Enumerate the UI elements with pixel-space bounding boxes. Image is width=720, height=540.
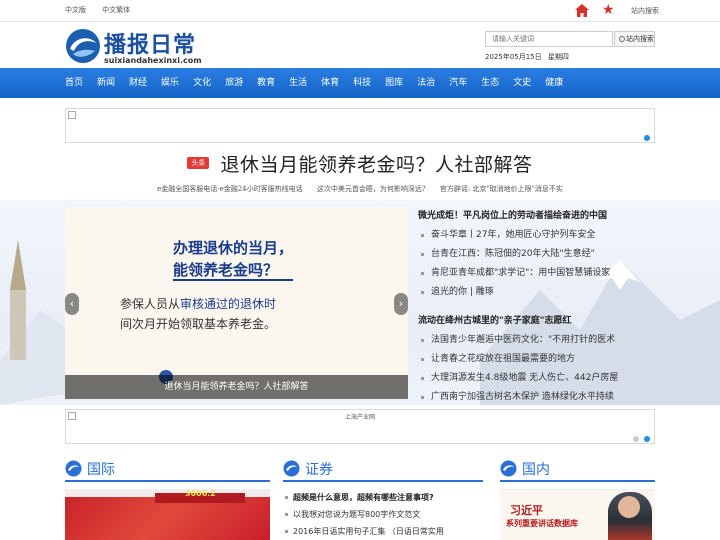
broken-image-icon [68,111,76,119]
news-item-link[interactable]: 肯尼亚青年成都"求学记"：用中国智慧铺设家 [418,264,658,283]
nav-item[interactable]: 生活 [282,68,314,98]
date-text: 2025年05月15日 [485,53,542,61]
nav-item[interactable]: 首页 [58,68,90,98]
logo-swirl-icon[interactable] [64,27,102,65]
securities-item-link[interactable]: 超频是什么意思，超频有哪些注意事项? [283,489,483,506]
section-title[interactable]: 国际 [87,459,115,479]
headline[interactable]: 头条 退休当月能领养老金吗？人社部解答 [0,150,720,177]
slide-text-part: 开始领取基本养老金。 [156,317,277,331]
favorite-star-icon[interactable]: ★ [602,3,615,17]
news-group: 微光成炬！平凡岗位上的劳动者描绘奋进的中国 奋斗华章丨27年，她用匠心守护列车安… [418,207,658,302]
logo-domain: suixiandahexinxi.com [104,56,202,65]
news-group: 流动在绛州古城里的"亲子家庭"志愿红 法国青少年邂逅中医药文化："不用打针的医术… [418,312,658,407]
top-bar: 中文版 中文繁体 ★ 站内搜索 [0,0,720,22]
section-title[interactable]: 国内 [522,459,550,479]
featured-slider[interactable]: 办理退休的当月， 能领养老金吗？ 参保人员从审核通过的退休时 间次月开始领取基本… [65,207,408,399]
intl-photo[interactable]: 3006.2 [65,489,270,540]
banner-subtitle: 系列重要讲话数据库 [506,518,578,528]
section-underline [283,480,483,482]
section-swirl-icon [65,460,82,477]
top-news-list: 微光成炬！平凡岗位上的劳动者描绘奋进的中国 奋斗华章丨27年，她用匠心守护列车安… [418,207,658,417]
section-domestic-header[interactable]: 国内 [500,458,655,482]
section-underline [500,480,655,482]
news-item-link[interactable]: 奋斗华章丨27年，她用匠心守护列车安全 [418,226,658,245]
nav-item[interactable]: 旅游 [218,68,250,98]
nav-item[interactable]: 法治 [410,68,442,98]
nav-list: 首页 新闻 财经 娱乐 文化 旅游 教育 生活 体育 科技 图库 法治 汽车 生态 文史 健康 [58,68,570,98]
slide-image-text: 参保人员从审核通过的退休时 [120,295,276,312]
ad-banner-text: 上海产业网 [344,414,375,421]
nav-item[interactable]: 体育 [314,68,346,98]
date-display: 2025年05月15日 星期四 [485,52,569,62]
nav-item[interactable]: 健康 [538,68,570,98]
speech-database-banner[interactable]: 习近平 系列重要讲话数据库 [500,489,655,540]
slider-next-button[interactable]: › [394,293,408,315]
section-title[interactable]: 证券 [305,459,333,479]
ad-banner-middle[interactable]: 上海产业网 [65,409,655,444]
slider-prev-button[interactable]: ‹ [65,293,79,315]
slide-caption[interactable]: 退休当月能领养老金吗？人社部解答 [65,375,408,399]
search-icon [619,36,625,42]
news-item-link[interactable]: 台青在江西：陈冠佃的20年大陆"生意经" [418,245,658,264]
site-search-link[interactable]: 站内搜索 [631,6,659,16]
slide-text-highlight: 审核通过的退休时 [180,297,277,311]
section-swirl-icon [283,460,300,477]
subheadline-link[interactable]: 这次中美元首会晤，为何影响深远? [317,185,426,193]
nav-item[interactable]: 财经 [122,68,154,98]
securities-item-link[interactable]: 以我想对您说为题写800字作文范文 [283,506,483,523]
securities-list: 超频是什么意思，超频有哪些注意事项? 以我想对您说为题写800字作文范文 201… [283,489,483,540]
weekday-text: 星期四 [547,53,569,61]
nav-item[interactable]: 汽车 [442,68,474,98]
section-intl-header[interactable]: 国际 [65,458,270,482]
securities-item-link[interactable]: 2016年日语实用句子汇集 （日语日常实用 [283,523,483,540]
language-links: 中文版 中文繁体 [65,5,144,15]
portrait-face [618,496,640,518]
lang-traditional-link[interactable]: 中文繁体 [102,6,130,14]
home-icon[interactable] [575,4,589,17]
news-lead-link[interactable]: 流动在绛州古城里的"亲子家庭"志愿红 [418,312,658,331]
news-item-link[interactable]: 让青春之花绽放在祖国最需要的地方 [418,350,658,369]
news-item-link[interactable]: 广西南宁加强古树名木保护 造林绿化水平持续 [418,388,658,407]
slide-text-part: 参保人员从 [120,297,181,311]
section-swirl-icon [500,460,517,477]
logo-text[interactable]: 播报日常 [104,27,196,59]
headline-title[interactable]: 退休当月能领养老金吗？人社部解答 [221,154,533,176]
nav-item[interactable]: 娱乐 [154,68,186,98]
main-nav: 首页 新闻 财经 娱乐 文化 旅游 教育 生活 体育 科技 图库 法治 汽车 生态 文史 健康 [0,68,720,98]
news-item-link[interactable]: 追光的你 | 雕琢 [418,283,658,302]
slide-text-part: 间次月 [120,317,157,331]
news-item-link[interactable]: 大理洱源发生4.8级地震 无人伤亡、442户房屋 [418,369,658,388]
slide-image-text: 间次月开始领取基本养老金。 [120,315,276,332]
subheadline-link[interactable]: 官方辟谣: 北京"取消地价上限"消息不实 [440,185,563,193]
search-button[interactable]: 站内搜索 [614,31,655,47]
subheadlines: e金融全国客服电话-e金融24小时客服热线电话 这次中美元首会晤，为何影响深远?… [0,184,720,194]
search-button-label: 站内搜索 [626,35,654,43]
section-underline [65,480,270,482]
slide-underline [173,279,293,281]
nav-item[interactable]: 图库 [378,68,410,98]
nav-item[interactable]: 生态 [474,68,506,98]
news-lead-link[interactable]: 微光成炬！平凡岗位上的劳动者描绘奋进的中国 [418,207,658,226]
photo-text: 3006.2 [185,489,216,498]
search-input[interactable] [485,31,613,47]
nav-item[interactable]: 文史 [506,68,538,98]
subheadline-link[interactable]: e金融全国客服电话-e金融24小时客服热线电话 [157,185,303,193]
nav-item[interactable]: 新闻 [90,68,122,98]
banner-title: 习近平 [510,504,543,517]
site-header: 播报日常 suixiandahexinxi.com 站内搜索 2025年05月1… [0,22,720,67]
carousel-dot-active[interactable] [644,436,650,442]
slide-image-text: 办理退休的当月， [173,239,294,257]
carousel-dot[interactable] [644,135,650,141]
nav-item[interactable]: 科技 [346,68,378,98]
headline-tag: 头条 [187,157,210,169]
nav-item[interactable]: 文化 [186,68,218,98]
nav-item[interactable]: 教育 [250,68,282,98]
carousel-dot[interactable] [633,436,639,442]
lang-simplified-link[interactable]: 中文版 [65,6,86,14]
section-securities-header[interactable]: 证券 [283,458,483,482]
ad-banner-top[interactable] [65,108,655,143]
slide-image-text: 能领养老金吗？ [173,261,279,279]
news-item-link[interactable]: 法国青少年邂逅中医药文化："不用打针的医术 [418,331,658,350]
